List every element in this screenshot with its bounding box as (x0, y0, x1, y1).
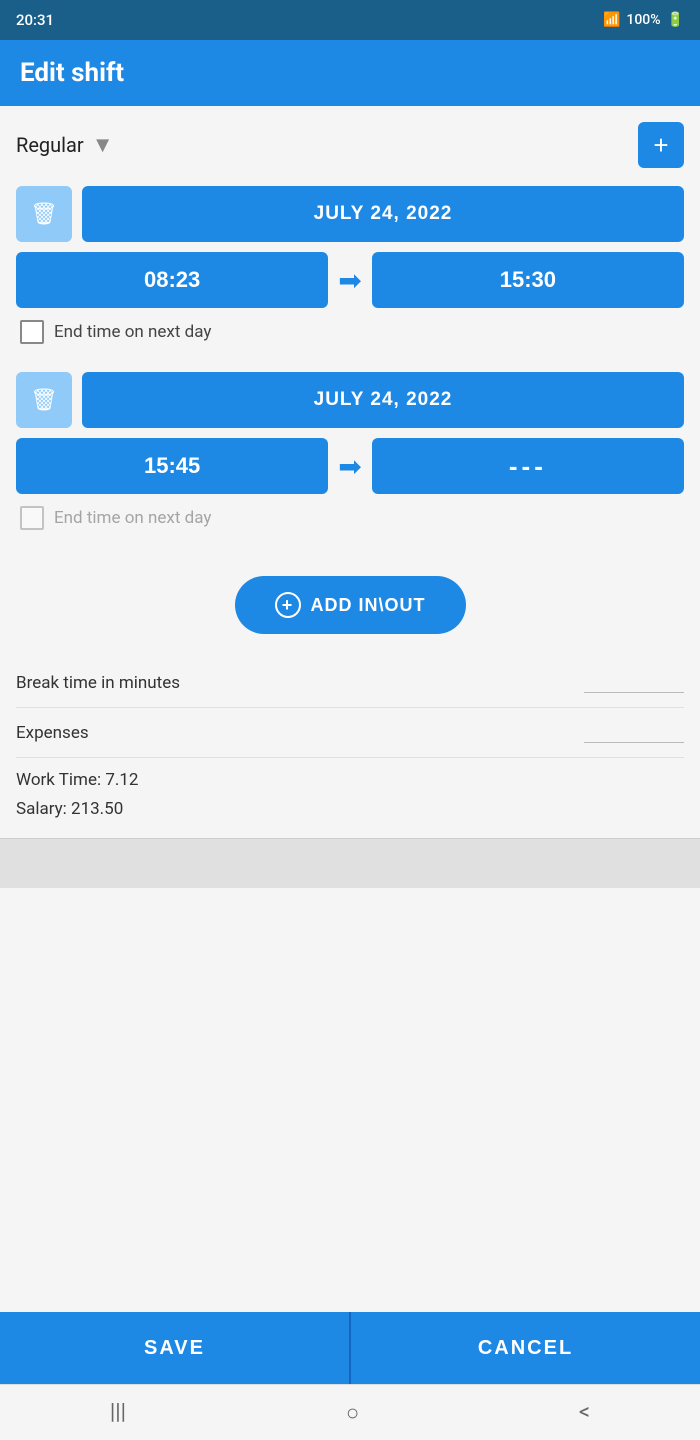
header: Edit shift (0, 40, 700, 106)
date-1-button[interactable]: JULY 24, 2022 (82, 186, 684, 242)
work-time-text: Work Time: 7.12 (16, 766, 684, 795)
start-time-2-label: 15:45 (144, 453, 200, 479)
plus-circle-icon: + (275, 592, 301, 618)
nav-back-icon[interactable]: < (579, 1400, 590, 1425)
add-inout-button[interactable]: + ADD IN\OUT (235, 576, 466, 634)
trash-icon-2: 🗑 (30, 387, 58, 413)
end-time-1-button[interactable]: 15:30 (372, 252, 684, 308)
end-time-2-label: --- (509, 451, 547, 482)
status-right: 📶 100% 🔋 (603, 12, 684, 28)
main-content: Regular ▼ + 🗑 JULY 24, 2022 08:23 ➡ 15:3… (0, 106, 700, 1312)
expenses-label: Expenses (16, 723, 89, 743)
battery-text: 100% (626, 12, 660, 28)
delete-shift-1-button[interactable]: 🗑 (16, 186, 72, 242)
add-inout-label: ADD IN\OUT (311, 595, 426, 616)
time-row-2: 15:45 ➡ --- (16, 438, 684, 494)
cancel-button[interactable]: CANCEL (349, 1312, 700, 1384)
add-inout-row: + ADD IN\OUT (16, 576, 684, 634)
battery-icon: 🔋 (667, 12, 684, 28)
salary-label: Salary: (16, 799, 67, 819)
page-title: Edit shift (20, 58, 680, 88)
shift-type-label: Regular (16, 133, 84, 157)
expenses-input[interactable] (584, 722, 684, 743)
salary-value: 213.50 (71, 799, 123, 819)
shift-block-1: 🗑 JULY 24, 2022 08:23 ➡ 15:30 End time o… (16, 186, 684, 352)
break-time-row: Break time in minutes (16, 658, 684, 708)
break-time-label: Break time in minutes (16, 673, 180, 693)
end-next-day-row-2: End time on next day (16, 506, 684, 530)
gray-section (0, 838, 700, 888)
start-time-2-button[interactable]: 15:45 (16, 438, 328, 494)
expenses-row: Expenses (16, 708, 684, 758)
date-2-button[interactable]: JULY 24, 2022 (82, 372, 684, 428)
end-time-1-label: 15:30 (500, 267, 556, 293)
work-time-label: Work Time: (16, 770, 101, 790)
end-next-day-checkbox-2[interactable] (20, 506, 44, 530)
nav-home-icon[interactable]: ○ (346, 1400, 359, 1426)
trash-icon: 🗑 (30, 201, 58, 227)
status-bar: 20:31 📶 100% 🔋 (0, 0, 700, 40)
chevron-down-icon: ▼ (92, 132, 114, 158)
start-time-1-label: 08:23 (144, 267, 200, 293)
shift-type-row: Regular ▼ + (16, 122, 684, 168)
wifi-icon: 📶 (603, 12, 620, 28)
nav-bar: ||| ○ < (0, 1384, 700, 1440)
end-next-day-checkbox-1[interactable] (20, 320, 44, 344)
time-row-1: 08:23 ➡ 15:30 (16, 252, 684, 308)
save-button[interactable]: SAVE (0, 1312, 349, 1384)
end-time-2-button[interactable]: --- (372, 438, 684, 494)
date-2-label: JULY 24, 2022 (314, 389, 453, 411)
end-next-day-label-1: End time on next day (54, 322, 211, 342)
work-info-row: Work Time: 7.12 Salary: 213.50 (16, 758, 684, 828)
work-time-value: 7.12 (105, 770, 138, 790)
date-1-label: JULY 24, 2022 (314, 203, 453, 225)
status-time: 20:31 (16, 11, 54, 29)
start-time-1-button[interactable]: 08:23 (16, 252, 328, 308)
bottom-buttons: SAVE CANCEL (0, 1312, 700, 1384)
shift-block-2: 🗑 JULY 24, 2022 15:45 ➡ --- End time on … (16, 372, 684, 538)
date-row-1: 🗑 JULY 24, 2022 (16, 186, 684, 242)
shift-type-select[interactable]: Regular ▼ (16, 132, 638, 158)
break-time-input[interactable] (584, 672, 684, 693)
arrow-right-icon: ➡ (338, 264, 361, 297)
delete-shift-2-button[interactable]: 🗑 (16, 372, 72, 428)
arrow-right-icon-2: ➡ (338, 450, 361, 483)
salary-text: Salary: 213.50 (16, 795, 684, 824)
date-row-2: 🗑 JULY 24, 2022 (16, 372, 684, 428)
nav-menu-icon[interactable]: ||| (110, 1400, 126, 1425)
add-shift-button[interactable]: + (638, 122, 684, 168)
end-next-day-row-1: End time on next day (16, 320, 684, 344)
end-next-day-label-2: End time on next day (54, 508, 211, 528)
